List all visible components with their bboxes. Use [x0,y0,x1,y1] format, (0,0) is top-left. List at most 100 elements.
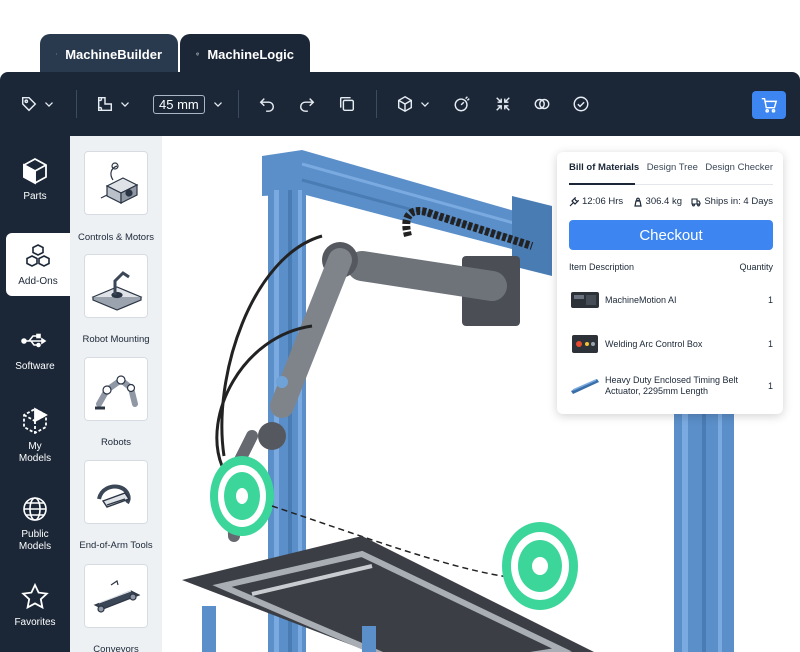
duplicate-icon [339,96,355,112]
chevron-down-icon [45,102,53,107]
usb-icon [21,333,47,348]
tab-underline [569,183,773,185]
tab-design-checker[interactable]: Design Checker [705,162,773,186]
sidebar-item-label: Favorites [14,617,56,628]
size-value[interactable]: 45 mm [153,94,205,114]
redo-button[interactable] [298,92,316,116]
conveyor-icon [93,580,141,613]
addon-card-robot-mounting[interactable] [84,254,148,318]
cart-icon [761,97,778,113]
robot-mounting-icon [91,271,143,311]
sidebar-item-label: Software [15,361,55,372]
build-time-value: 12:06 Hrs [582,196,624,207]
size-dropdown[interactable]: 45 mm [153,92,225,116]
cube-icon [56,53,58,55]
collapse-icon [496,97,510,111]
header-quantity: Quantity [739,262,773,272]
shipping: Ships in: 4 Days [691,196,773,207]
toolbar-divider [238,90,239,118]
tag-icon [21,96,37,112]
star-icon [21,582,49,610]
app-root: MachineBuilder MachineLogic 45 mm Parts … [0,0,800,652]
sidebar-item-label: Add-Ons [18,276,58,287]
wrench-icon [569,196,579,206]
bom-stats: 12:06 Hrs 306.4 kg Ships in: 4 Days [569,196,773,207]
addon-label: End-of-Arm Tools [79,540,153,551]
measure-icon [454,96,470,112]
sidebar-item-add-ons[interactable]: Add-Ons [6,233,70,296]
measure-button[interactable] [453,92,471,116]
bom-item-quantity: 1 [767,295,773,305]
sidebar-item-label: Public Models [18,529,52,552]
check-circle-icon [573,96,589,112]
chevron-down-icon [213,102,222,107]
duplicate-button[interactable] [338,92,356,116]
weight: 306.4 kg [633,196,682,207]
view-cube-icon [397,95,413,113]
controller-box-icon [571,292,599,308]
stacked-boxes-icon [26,244,50,267]
bom-item-quantity: 1 [767,339,773,349]
addon-card-conveyors[interactable] [84,564,148,628]
tab-machinelogic[interactable]: MachineLogic [180,34,310,74]
sidebar-item-label: My Models [18,441,52,464]
overlap-icon [534,98,550,110]
actuator-icon [571,379,599,394]
view-cube-dropdown[interactable] [396,92,432,116]
build-time: 12:06 Hrs [569,196,623,207]
weight-icon [633,197,642,207]
cart-button[interactable] [752,91,786,119]
bom-item-description: MachineMotion AI [605,294,677,305]
target-marker-near[interactable] [210,456,274,536]
robot-upper-arm [347,251,507,301]
addon-label: Robots [100,437,132,448]
cube-icon [23,157,47,185]
ruler-icon [97,96,113,112]
checkout-button[interactable]: Checkout [569,220,773,250]
bom-row[interactable]: Heavy Duty Enclosed Timing Belt Actuator… [569,368,773,404]
tab-label: MachineLogic [207,46,294,62]
collapse-button[interactable] [494,92,512,116]
controls-motors-icon [100,162,139,204]
dashed-cube-icon [23,407,48,435]
tab-machinebuilder[interactable]: MachineBuilder [40,34,178,74]
sidebar-item-parts[interactable]: Parts [0,156,70,203]
redo-icon [299,98,315,112]
addon-card-end-of-arm-tools[interactable] [84,460,148,524]
header-item-description: Item Description [569,262,635,272]
chevron-down-icon [421,102,429,107]
tab-design-tree[interactable]: Design Tree [647,162,698,186]
addon-card-controls-motors[interactable] [84,151,148,215]
overlap-button[interactable] [533,92,551,116]
tab-label: MachineBuilder [65,46,162,62]
sidebar-item-software[interactable]: Software [0,326,70,373]
addons-panel: Controls & Motors Robot Mounting Robots … [70,136,162,652]
cube-icon [196,52,200,56]
sidebar: Parts Add-Ons Software My Models Public … [0,136,70,652]
sidebar-item-my-models[interactable]: My Models [0,406,70,465]
toolbar: 45 mm [0,72,800,136]
addon-label: Conveyors [93,644,139,652]
bill-of-materials-panel: Bill of Materials Design Tree Design Che… [557,152,783,414]
sidebar-item-favorites[interactable]: Favorites [0,582,70,629]
bom-item-description: Heavy Duty Enclosed Timing Belt Actuator… [605,375,739,396]
robot-arm-icon [95,375,138,410]
undo-button[interactable] [258,92,276,116]
bom-item-description: Welding Arc Control Box [605,338,703,349]
ruler-dropdown[interactable] [96,92,132,116]
undo-icon [259,98,275,112]
addon-label: Robot Mounting [82,334,150,345]
addon-card-robots[interactable] [84,357,148,421]
globe-icon [23,497,47,521]
bom-header-row: Item Description Quantity [569,262,773,272]
target-marker-far[interactable] [502,522,578,610]
check-button[interactable] [572,92,590,116]
sidebar-item-label: Parts [23,191,47,202]
addon-label: Controls & Motors [77,232,155,243]
toolbar-divider [376,90,377,118]
sidebar-item-public-models[interactable]: Public Models [0,494,70,553]
tag-dropdown[interactable] [20,92,56,116]
bom-row[interactable]: Welding Arc Control Box 1 [569,326,773,362]
shipping-value: Ships in: 4 Days [704,196,773,207]
bom-row[interactable]: MachineMotion AI 1 [569,282,773,318]
